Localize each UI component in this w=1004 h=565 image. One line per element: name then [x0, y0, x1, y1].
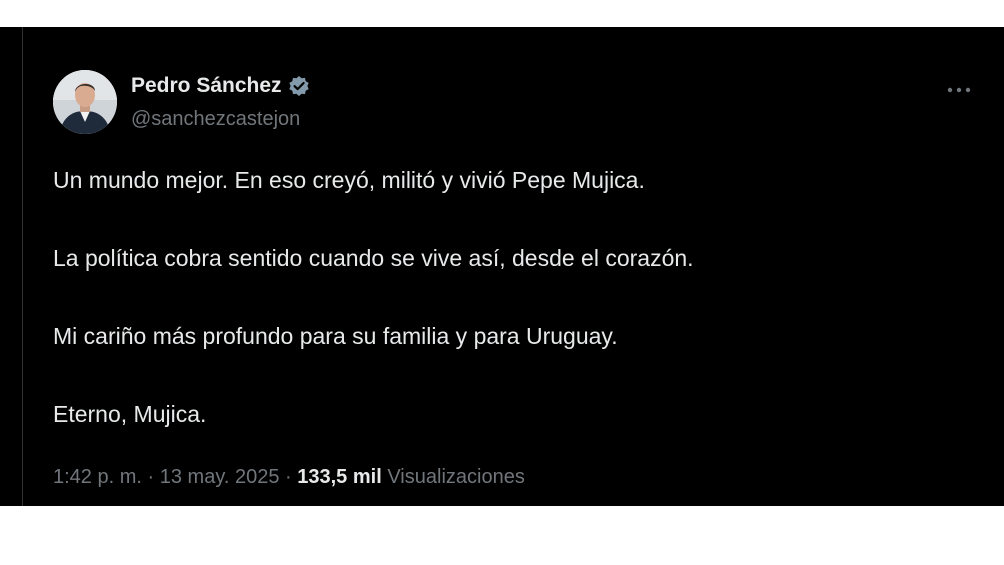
more-options-icon[interactable] [946, 85, 972, 95]
tweet-body: Un mundo mejor. En eso creyó, militó y v… [53, 166, 953, 478]
tweet-paragraph: Eterno, Mujica. [53, 401, 207, 427]
author-handle[interactable]: @sanchezcastejon [131, 108, 300, 131]
tweet-time[interactable]: 1:42 p. m. [53, 466, 142, 488]
tweet-paragraph: Mi cariño más profundo para su familia y… [53, 323, 618, 349]
profile-photo-icon [53, 70, 117, 134]
views-count[interactable]: 133,5 mil [297, 466, 382, 488]
views-label: Visualizaciones [387, 466, 525, 488]
tweet-meta: 1:42 p. m. · 13 may. 2025 · 133,5 mil Vi… [53, 466, 525, 489]
tweet-paragraph: La política cobra sentido cuando se vive… [53, 245, 694, 271]
avatar[interactable] [53, 70, 117, 134]
tweet-date[interactable]: 13 may. 2025 [160, 466, 280, 488]
author-name[interactable]: Pedro Sánchez [131, 74, 310, 98]
divider [22, 27, 23, 506]
meta-separator: · [285, 466, 292, 488]
tweet-card: Pedro Sánchez @sanchezcastejon Un mundo … [0, 27, 1004, 506]
author-name-text: Pedro Sánchez [131, 74, 282, 97]
verified-badge-icon [288, 76, 309, 96]
meta-separator: · [147, 466, 155, 488]
tweet-paragraph: Un mundo mejor. En eso creyó, militó y v… [53, 167, 645, 193]
